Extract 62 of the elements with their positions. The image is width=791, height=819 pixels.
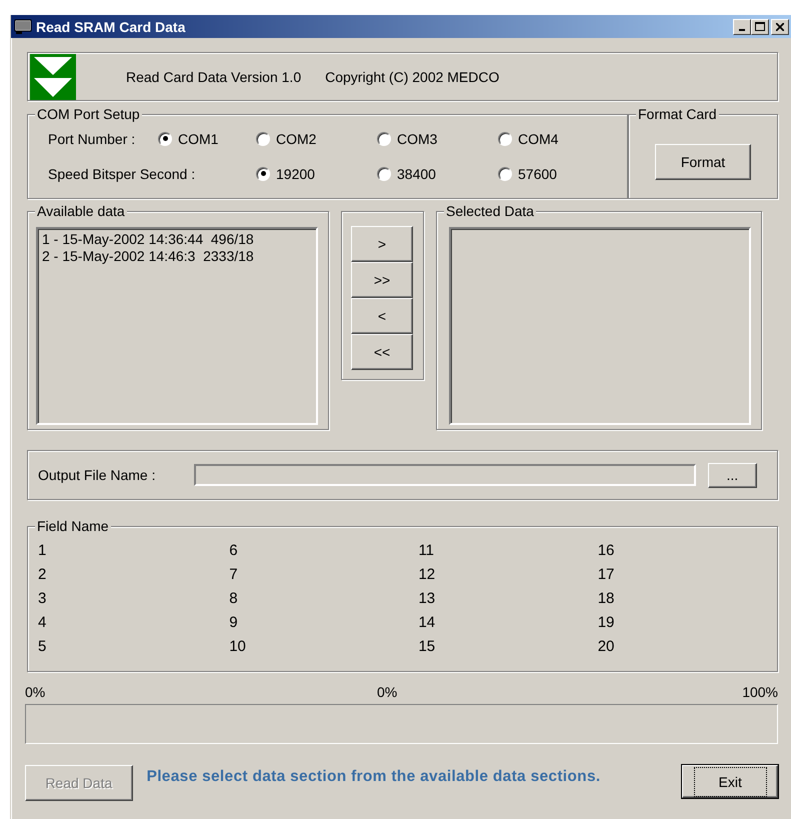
- progress-max-label: 100%: [742, 684, 778, 700]
- group-title: Selected Data: [444, 203, 536, 219]
- field-name: 13: [418, 589, 436, 609]
- port-radio[interactable]: COM1: [158, 130, 256, 146]
- format-button[interactable]: Format: [655, 144, 751, 180]
- field-name: 18: [598, 589, 616, 609]
- field-name: 6: [229, 541, 239, 561]
- group-title: Available data: [35, 203, 127, 219]
- list-item[interactable]: 2 - 15-May-2002 14:46:3 2333/18: [42, 248, 312, 265]
- port-radio[interactable]: COM4: [498, 130, 619, 146]
- field-name: 14: [418, 613, 436, 633]
- move-button[interactable]: <: [351, 298, 413, 334]
- minimize-button[interactable]: [733, 18, 751, 34]
- maximize-button[interactable]: [751, 18, 769, 34]
- close-button[interactable]: [771, 18, 789, 34]
- field-name: 10: [229, 637, 247, 657]
- minimize-icon: [739, 28, 745, 30]
- version-text: Read Card Data Version 1.0: [126, 68, 302, 84]
- output-file-field[interactable]: [194, 464, 696, 486]
- maximize-icon: [755, 22, 765, 31]
- port-radio[interactable]: COM3: [377, 130, 498, 146]
- field-name: 19: [598, 613, 616, 633]
- field-name: 12: [418, 565, 436, 585]
- speed-radio[interactable]: 57600: [498, 166, 619, 182]
- logo-icon: [30, 54, 76, 100]
- field-name: 20: [598, 637, 616, 657]
- field-name: 11: [418, 541, 436, 561]
- browse-button[interactable]: ...: [708, 462, 757, 488]
- list-item[interactable]: 1 - 15-May-2002 14:36:44 496/18: [42, 231, 312, 248]
- group-title: Field Name: [35, 518, 111, 534]
- move-button[interactable]: >>: [351, 262, 413, 298]
- field-name: 7: [229, 565, 239, 585]
- group-title: Format Card: [636, 106, 719, 122]
- group-title: COM Port Setup: [35, 106, 142, 122]
- status-message: Please select data section from the available data sections.: [146, 768, 602, 786]
- port-label: Port Number :: [48, 130, 136, 146]
- port-radio[interactable]: COM2: [256, 130, 377, 146]
- exit-button[interactable]: Exit: [682, 765, 778, 798]
- progress-min-label: 0%: [25, 684, 46, 700]
- field-name: 1: [38, 541, 48, 561]
- selected-data-list[interactable]: [449, 227, 751, 425]
- move-button[interactable]: <<: [351, 334, 413, 370]
- field-name: 15: [418, 637, 436, 657]
- field-name: 8: [229, 589, 239, 609]
- field-name: 2: [38, 565, 48, 585]
- window-title: Read SRAM Card Data: [36, 18, 186, 34]
- close-icon: [776, 22, 784, 30]
- field-name: 5: [38, 637, 48, 657]
- move-button[interactable]: >: [351, 226, 413, 262]
- app-icon: [14, 18, 32, 34]
- speed-radio[interactable]: 19200: [256, 166, 377, 182]
- copyright-text: Copyright (C) 2002 MEDCO: [325, 68, 500, 84]
- progress-current-label: 0%: [377, 684, 398, 700]
- output-file-label: Output File Name :: [38, 467, 156, 483]
- speed-radio[interactable]: 38400: [377, 166, 498, 182]
- available-data-list[interactable]: 1 - 15-May-2002 14:36:44 496/18 2 - 15-May-2002 14:46:3 2333/18: [36, 227, 318, 425]
- field-name: 16: [598, 541, 616, 561]
- speed-label: Speed Bitsper Second :: [48, 166, 196, 182]
- field-name: 17: [598, 565, 616, 585]
- field-name: 4: [38, 613, 48, 633]
- field-name: 3: [38, 589, 48, 609]
- field-name: 9: [229, 613, 239, 633]
